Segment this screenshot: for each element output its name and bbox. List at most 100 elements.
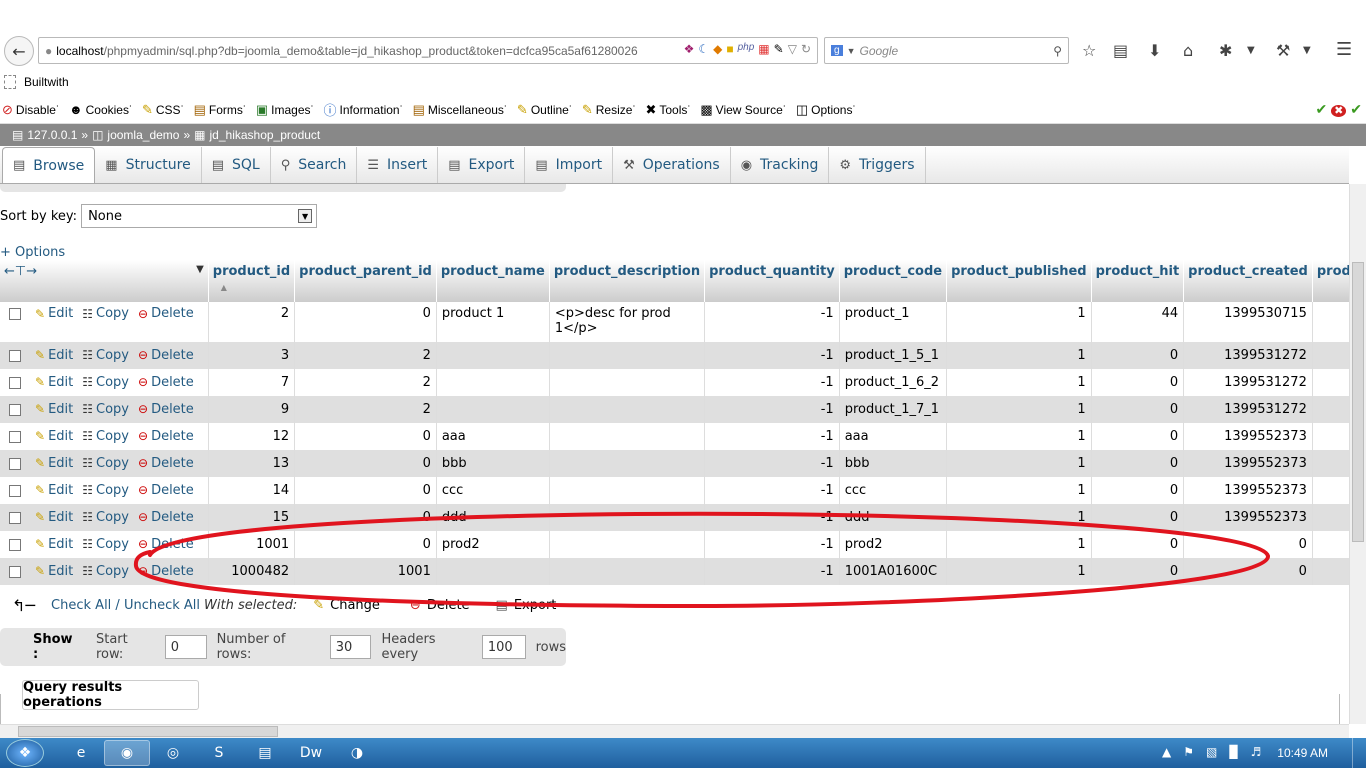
- cell-product-name[interactable]: prod2: [436, 531, 550, 558]
- cell-product-created[interactable]: 1399552373: [1183, 450, 1313, 477]
- cell-product-description[interactable]: [549, 504, 706, 531]
- flag-icon[interactable]: ⚑: [1183, 745, 1194, 759]
- cell-parent-id[interactable]: 0: [294, 531, 437, 558]
- cell-product-code[interactable]: product_1_7_1: [839, 396, 948, 423]
- edit-link[interactable]: ✎ Edit: [35, 564, 73, 579]
- cell-product-published[interactable]: 1: [946, 504, 1092, 531]
- copy-link[interactable]: ☷ Copy: [82, 483, 129, 498]
- cell-product-description[interactable]: [549, 531, 706, 558]
- cell-product-description[interactable]: [549, 369, 706, 396]
- breadcrumb-db[interactable]: joomla_demo: [107, 128, 179, 142]
- cell-parent-id[interactable]: 0: [294, 477, 437, 504]
- edit-link[interactable]: ✎ Edit: [35, 510, 73, 525]
- row-checkbox[interactable]: [9, 403, 21, 416]
- cell-product-published[interactable]: 1: [946, 302, 1092, 342]
- delete-link[interactable]: ⊖ Delete: [138, 483, 194, 498]
- cell-product-hit[interactable]: 0: [1091, 504, 1185, 531]
- sort-select[interactable]: None ▼: [81, 204, 318, 228]
- check-all-link[interactable]: Check All: [51, 598, 111, 613]
- addon-dropdown-icon[interactable]: ▼: [1247, 45, 1255, 56]
- cell-product-quantity[interactable]: -1: [704, 423, 840, 450]
- cell-product-name[interactable]: bbb: [436, 450, 550, 477]
- cell-product-code[interactable]: bbb: [839, 450, 948, 477]
- copy-link[interactable]: ☷ Copy: [82, 375, 129, 390]
- col-header[interactable]: product_description: [549, 260, 706, 302]
- tray-expand-icon[interactable]: ▲: [1162, 745, 1171, 759]
- signal-icon[interactable]: ▉: [1229, 745, 1238, 759]
- cell-product-id[interactable]: 1001: [208, 531, 296, 558]
- cell-product-sale-start[interactable]: 0: [1312, 342, 1349, 369]
- cell-product-sale-start[interactable]: 0: [1312, 369, 1349, 396]
- cell-product-quantity[interactable]: -1: [704, 302, 840, 342]
- cell-product-name[interactable]: [436, 369, 550, 396]
- cell-product-quantity[interactable]: -1: [704, 450, 840, 477]
- delete-link[interactable]: ⊖ Delete: [138, 348, 194, 363]
- address-bar[interactable]: ● localhost/phpmyadmin/sql.php?db=joomla…: [38, 37, 818, 64]
- cell-product-sale-start[interactable]: 0: [1312, 450, 1349, 477]
- tab-browse[interactable]: ▤ Browse: [2, 147, 96, 183]
- bookmark-star-icon[interactable]: ☆: [1082, 41, 1096, 60]
- tab-search[interactable]: ⚲ Search: [271, 147, 358, 183]
- cell-product-id[interactable]: 7: [208, 369, 296, 396]
- chrome-icon[interactable]: ◎: [150, 740, 196, 766]
- headers-every-input[interactable]: 100: [481, 635, 526, 659]
- cell-product-published[interactable]: 1: [946, 531, 1092, 558]
- edit-link[interactable]: ✎ Edit: [35, 306, 73, 321]
- cell-product-id[interactable]: 14: [208, 477, 296, 504]
- wd-miscellaneous[interactable]: ▤ Miscellaneous ˙: [413, 102, 508, 118]
- cell-product-hit[interactable]: 0: [1091, 477, 1185, 504]
- tab-structure[interactable]: ▦ Structure: [95, 147, 202, 183]
- cell-product-published[interactable]: 1: [946, 342, 1092, 369]
- cell-product-hit[interactable]: 0: [1091, 342, 1185, 369]
- cell-product-description[interactable]: <p>desc for prod 1</p>: [549, 302, 706, 342]
- addon-icon[interactable]: ✱: [1219, 41, 1232, 60]
- col-header[interactable]: product_quantity: [704, 260, 840, 302]
- wd-view-source[interactable]: ▩ View Source ˙: [700, 102, 786, 118]
- wd-cookies[interactable]: ☻ Cookies ˙: [69, 102, 133, 117]
- row-checkbox[interactable]: [9, 565, 21, 578]
- cell-product-id[interactable]: 1000482: [208, 558, 296, 585]
- tab-operations[interactable]: ⚒ Operations: [613, 147, 731, 183]
- chevron-down-icon[interactable]: ▼: [196, 264, 204, 275]
- delete-link[interactable]: ⊖ Delete: [138, 402, 194, 417]
- cell-product-hit[interactable]: 0: [1091, 531, 1185, 558]
- wd-tools[interactable]: ✖ Tools ˙: [645, 102, 691, 118]
- tab-sql[interactable]: ▤ SQL: [202, 147, 271, 183]
- change-button[interactable]: ✎ Change: [313, 598, 380, 613]
- cell-product-created[interactable]: 1399531272: [1183, 342, 1313, 369]
- cell-product-created[interactable]: 1399552373: [1183, 477, 1313, 504]
- tools-icon[interactable]: ⚒: [1276, 41, 1290, 60]
- clock[interactable]: 10:49 AM: [1277, 746, 1328, 760]
- row-checkbox[interactable]: [9, 430, 21, 443]
- copy-link[interactable]: ☷ Copy: [82, 537, 129, 552]
- copy-link[interactable]: ☷ Copy: [82, 510, 129, 525]
- row-checkbox[interactable]: [9, 484, 21, 497]
- home-icon[interactable]: ⌂: [1183, 41, 1193, 60]
- cell-product-quantity[interactable]: -1: [704, 531, 840, 558]
- cell-product-created[interactable]: 1399531272: [1183, 396, 1313, 423]
- wd-information[interactable]: ⓘ Information ˙: [324, 100, 404, 119]
- row-checkbox[interactable]: [9, 349, 21, 362]
- tab-triggers[interactable]: ⚙ Triggers: [829, 147, 926, 183]
- vertical-scrollbar[interactable]: [1349, 184, 1366, 724]
- col-header[interactable]: product_hit: [1091, 260, 1185, 302]
- row-checkbox[interactable]: [9, 511, 21, 524]
- cell-product-created[interactable]: 0: [1183, 558, 1313, 585]
- cell-product-id[interactable]: 3: [208, 342, 296, 369]
- cell-product-code[interactable]: ccc: [839, 477, 948, 504]
- copy-link[interactable]: ☷ Copy: [82, 306, 129, 321]
- cell-product-name[interactable]: ddd: [436, 504, 550, 531]
- cell-parent-id[interactable]: 0: [294, 450, 437, 477]
- cell-product-sale-start[interactable]: 0: [1312, 396, 1349, 423]
- col-header[interactable]: product_published: [946, 260, 1092, 302]
- cell-product-sale-start[interactable]: 0: [1312, 477, 1349, 504]
- cell-product-description[interactable]: [549, 477, 706, 504]
- cell-product-name[interactable]: [436, 396, 550, 423]
- cell-product-id[interactable]: 13: [208, 450, 296, 477]
- copy-link[interactable]: ☷ Copy: [82, 402, 129, 417]
- export-selected-button[interactable]: ▤ Export: [496, 598, 557, 613]
- wd-outline[interactable]: ✎ Outline ˙: [517, 102, 573, 118]
- cell-product-code[interactable]: product_1_5_1: [839, 342, 948, 369]
- col-header[interactable]: product_created: [1183, 260, 1313, 302]
- cell-product-hit[interactable]: 0: [1091, 558, 1185, 585]
